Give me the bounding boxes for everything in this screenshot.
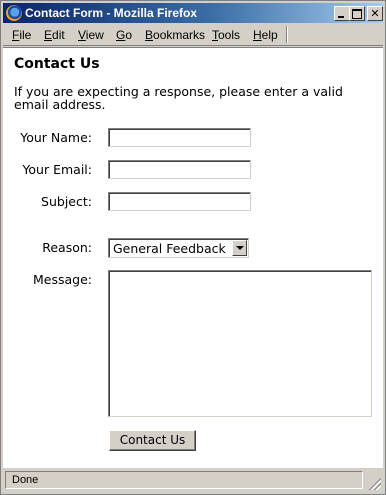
minimize-icon xyxy=(338,16,344,18)
page-title: Contact Us xyxy=(14,56,100,72)
reason-label: Reason: xyxy=(42,240,92,255)
status-text: Done xyxy=(12,474,39,486)
title-bar[interactable]: Contact Form - Mozilla Firefox ✕ xyxy=(3,3,383,23)
contact-us-button[interactable]: Contact Us xyxy=(109,430,196,451)
menu-go[interactable]: Go xyxy=(116,28,132,42)
message-label: Message: xyxy=(33,272,92,287)
window-title: Contact Form - Mozilla Firefox xyxy=(25,6,198,20)
menu-bookmarks[interactable]: Bookmarks xyxy=(145,28,205,42)
subject-label: Subject: xyxy=(41,194,92,209)
close-button[interactable]: ✕ xyxy=(367,6,383,21)
email-field[interactable] xyxy=(108,160,251,179)
close-icon: ✕ xyxy=(370,7,380,20)
menu-file[interactable]: File xyxy=(12,28,31,42)
menu-tools[interactable]: Tools xyxy=(212,28,240,42)
firefox-icon[interactable] xyxy=(6,5,22,21)
status-bar: Done xyxy=(3,469,383,492)
name-label: Your Name: xyxy=(20,130,92,145)
menu-separator xyxy=(286,26,288,43)
maximize-icon xyxy=(352,9,362,19)
message-textarea[interactable] xyxy=(108,270,372,417)
page-content: Contact Us If you are expecting a respon… xyxy=(3,47,383,468)
reason-select[interactable]: General Feedback xyxy=(108,238,249,258)
name-field[interactable] xyxy=(108,128,251,147)
minimize-button[interactable] xyxy=(334,6,350,21)
resize-grip-icon[interactable] xyxy=(367,476,381,490)
reason-selected-value: General Feedback xyxy=(113,241,226,256)
intro-text: If you are expecting a response, please … xyxy=(14,84,343,112)
status-panel: Done xyxy=(5,471,363,489)
menu-view[interactable]: View xyxy=(78,28,104,42)
maximize-button[interactable] xyxy=(349,6,365,21)
menu-bar: File Edit View Go Bookmarks Tools Help xyxy=(3,25,383,46)
email-label: Your Email: xyxy=(22,162,92,177)
menu-help[interactable]: Help xyxy=(253,28,278,42)
browser-window: Contact Form - Mozilla Firefox ✕ File Ed… xyxy=(0,0,386,495)
menu-edit[interactable]: Edit xyxy=(44,28,65,42)
subject-field[interactable] xyxy=(108,192,251,211)
chevron-down-icon[interactable] xyxy=(232,240,247,256)
